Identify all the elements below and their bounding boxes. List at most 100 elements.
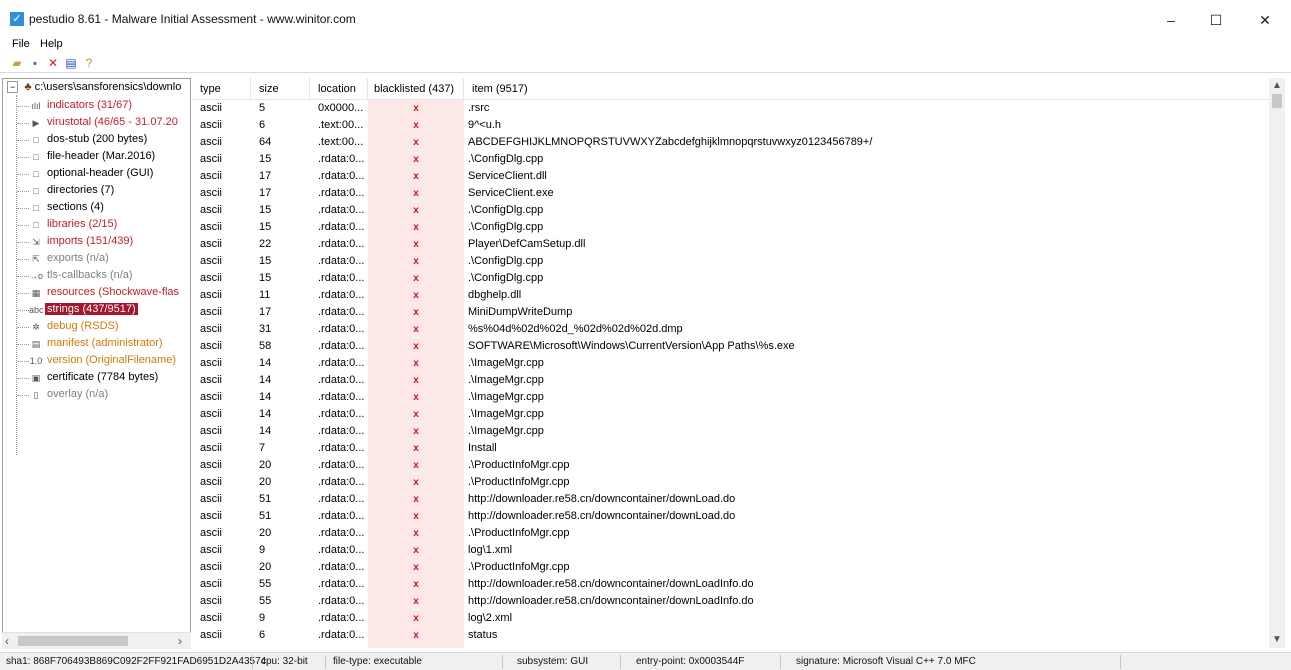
table-row[interactable]: ascii 15 .rdata:0... x .\ConfigDlg.cpp — [192, 253, 1269, 270]
tree-node[interactable]: □ sections (4) — [3, 200, 189, 217]
tree-node[interactable]: □ optional-header (GUI) — [3, 166, 189, 183]
table-row[interactable]: ascii 14 .rdata:0... x .\ImageMgr.cpp — [192, 406, 1269, 423]
minimize-button[interactable]: – — [1155, 8, 1187, 32]
open-folder-icon[interactable]: ▰ — [10, 56, 24, 70]
document-list-icon[interactable]: ▤ — [64, 56, 78, 70]
table-row[interactable]: ascii 17 .rdata:0... x MiniDumpWriteDump — [192, 304, 1269, 321]
scroll-up-icon[interactable]: ▲ — [1272, 80, 1282, 91]
menu-help[interactable]: Help — [40, 38, 63, 50]
col-location[interactable]: location — [310, 78, 368, 100]
table-row[interactable]: ascii 17 .rdata:0... x ServiceClient.dll — [192, 168, 1269, 185]
table-row[interactable]: ascii 15 .rdata:0... x .\ConfigDlg.cpp — [192, 219, 1269, 236]
tree-node[interactable]: □ directories (7) — [3, 183, 189, 200]
tree-node[interactable]: 1.0 version (OriginalFilename) — [3, 353, 189, 370]
table-row[interactable]: ascii 14 .rdata:0... x .\ImageMgr.cpp — [192, 355, 1269, 372]
table-row[interactable]: ascii 14 .rdata:0... x .\ImageMgr.cpp — [192, 372, 1269, 389]
tree-node[interactable]: ▯ overlay (n/a) — [3, 387, 189, 404]
table-row[interactable]: ascii 15 .rdata:0... x .\ConfigDlg.cpp — [192, 151, 1269, 168]
table-row[interactable]: ascii 20 .rdata:0... x .\ProductInfoMgr.cpp — [192, 457, 1269, 474]
tree-node[interactable]: □ libraries (2/15) — [3, 217, 189, 234]
tree-node[interactable]: ▦ resources (Shockwave-flas — [3, 285, 189, 302]
table-row[interactable]: ascii 15 .rdata:0... x .\ConfigDlg.cpp — [192, 202, 1269, 219]
cell-item: .\ProductInfoMgr.cpp — [468, 527, 570, 539]
collapse-icon[interactable]: − — [7, 81, 19, 93]
table-row[interactable]: ascii 64 .text:00... x ABCDEFGHIJKLMNOPQRSTU… — [192, 134, 1269, 151]
tree-horizontal-scrollbar[interactable]: ‹ › — [2, 632, 191, 649]
table-row[interactable]: ascii 58 .rdata:0... x SOFTWARE\Microsoft\Wi… — [192, 338, 1269, 355]
tree-node[interactable]: ✲ debug (RSDS) — [3, 319, 189, 336]
table-row[interactable]: ascii 14 .rdata:0... x .\ImageMgr.cpp — [192, 423, 1269, 440]
tree-node-label: overlay (n/a) — [47, 388, 109, 400]
blacklisted-x-icon: x — [413, 171, 419, 182]
blacklisted-x-icon: x — [413, 205, 419, 216]
table-row[interactable]: ascii 51 .rdata:0... x http://downloader.re5… — [192, 508, 1269, 525]
close-button[interactable]: ✕ — [1249, 8, 1281, 32]
tree-node[interactable]: abc strings (437/9517) — [3, 302, 189, 319]
scroll-thumb[interactable] — [18, 636, 128, 646]
tree-node[interactable]: ▣ certificate (7784 bytes) — [3, 370, 189, 387]
table-row[interactable]: ascii 7 .rdata:0... x Install — [192, 440, 1269, 457]
table-row[interactable]: ascii 6 .text:00... x 9^<u.h — [192, 117, 1269, 134]
table-row[interactable]: ascii 20 .rdata:0... x .\ProductInfoMgr.cpp — [192, 525, 1269, 542]
tree-root[interactable]: − ♣ c:\users\sansforensics\downlo — [7, 81, 181, 93]
tree-node[interactable]: ılıl indicators (31/67) — [3, 98, 189, 115]
tree-node[interactable]: →o tls-callbacks (n/a) — [3, 268, 189, 285]
tree-connector — [17, 327, 29, 328]
cell-type: ascii — [200, 595, 223, 607]
tree-node[interactable]: ⇲ imports (151/439) — [3, 234, 189, 251]
table-row[interactable]: ascii 9 .rdata:0... x log\1.xml — [192, 542, 1269, 559]
tree-node[interactable]: ▤ manifest (administrator) — [3, 336, 189, 353]
scroll-right-icon[interactable]: › — [178, 634, 182, 648]
table-row[interactable]: ascii 15 .rdata:0... x .\ConfigDlg.cpp — [192, 270, 1269, 287]
tree-node[interactable]: ⇱ exports (n/a) — [3, 251, 189, 268]
table-row[interactable]: ascii 11 .rdata:0... x dbghelp.dll — [192, 287, 1269, 304]
table-row[interactable]: ascii 9 .rdata:0... x log\2.xml — [192, 610, 1269, 627]
blacklisted-x-icon: x — [413, 613, 419, 624]
table-row[interactable]: ascii 55 .rdata:0... x http://downloader.re5… — [192, 576, 1269, 593]
cell-type: ascii — [200, 459, 223, 471]
scroll-down-icon[interactable]: ▼ — [1272, 634, 1282, 645]
table-row[interactable]: ascii 5 0x0000... x .rsrc — [192, 100, 1269, 117]
table-row[interactable]: ascii 6 .rdata:0... x status — [192, 627, 1269, 644]
blacklisted-x-icon: x — [413, 273, 419, 284]
help-icon[interactable]: ? — [82, 56, 96, 70]
scroll-left-icon[interactable]: ‹ — [5, 634, 9, 648]
table-row[interactable]: ascii 51 .rdata:0... x http://downloader.re5… — [192, 491, 1269, 508]
cell-type: ascii — [200, 578, 223, 590]
cell-size: 11 — [259, 289, 271, 301]
tree-connector — [17, 276, 29, 277]
cell-size: 15 — [259, 255, 272, 267]
cell-item: status — [468, 629, 498, 641]
col-type[interactable]: type — [192, 78, 251, 100]
cell-item: SOFTWARE\Microsoft\Windows\CurrentVersio… — [468, 340, 795, 352]
root-path: c:\users\sansforensics\downlo — [34, 81, 182, 93]
table-vertical-scrollbar[interactable]: ▲ ▼ — [1269, 78, 1285, 648]
table-row[interactable]: ascii 55 .rdata:0... x http://downloader.re5… — [192, 593, 1269, 610]
blacklisted-x-icon: x — [413, 579, 419, 590]
scroll-thumb[interactable] — [1272, 94, 1282, 108]
table-row[interactable]: ascii 22 .rdata:0... x Player\DefCamSetup.dl… — [192, 236, 1269, 253]
table-row[interactable]: ascii 20 .rdata:0... x .\ProductInfoMgr.cpp — [192, 559, 1269, 576]
blacklisted-x-icon: x — [413, 392, 419, 403]
table-row[interactable]: ascii 14 .rdata:0... x .\ImageMgr.cpp — [192, 389, 1269, 406]
col-blacklisted[interactable]: blacklisted (437) — [368, 78, 464, 100]
menu-file[interactable]: File — [12, 38, 30, 50]
callback-icon: →o — [29, 271, 44, 281]
table-row[interactable]: ascii 17 .rdata:0... x ServiceClient.exe — [192, 185, 1269, 202]
tree-node[interactable]: □ dos-stub (200 bytes) — [3, 132, 189, 149]
blacklisted-x-icon: x — [413, 630, 419, 641]
maximize-button[interactable]: ☐ — [1200, 8, 1232, 32]
table-row[interactable]: ascii 31 .rdata:0... x %s%04d%02d%02d_%02d%0… — [192, 321, 1269, 338]
save-icon[interactable]: ▪ — [28, 56, 42, 70]
col-size[interactable]: size — [251, 78, 310, 100]
table-row[interactable]: ascii 20 .rdata:0... x .\ProductInfoMgr.cpp — [192, 474, 1269, 491]
close-file-icon[interactable]: ✕ — [46, 56, 60, 70]
cell-item: log\2.xml — [468, 612, 513, 624]
cell-size: 6 — [259, 629, 266, 641]
col-item[interactable]: item (9517) — [464, 78, 1269, 100]
blacklisted-x-icon: x — [413, 409, 419, 420]
blacklisted-x-icon: x — [413, 307, 419, 318]
tree-node[interactable]: ▶ virustotal (46/65 - 31.07.20 — [3, 115, 189, 132]
cell-size: 6 — [259, 119, 266, 131]
tree-node[interactable]: □ file-header (Mar.2016) — [3, 149, 189, 166]
